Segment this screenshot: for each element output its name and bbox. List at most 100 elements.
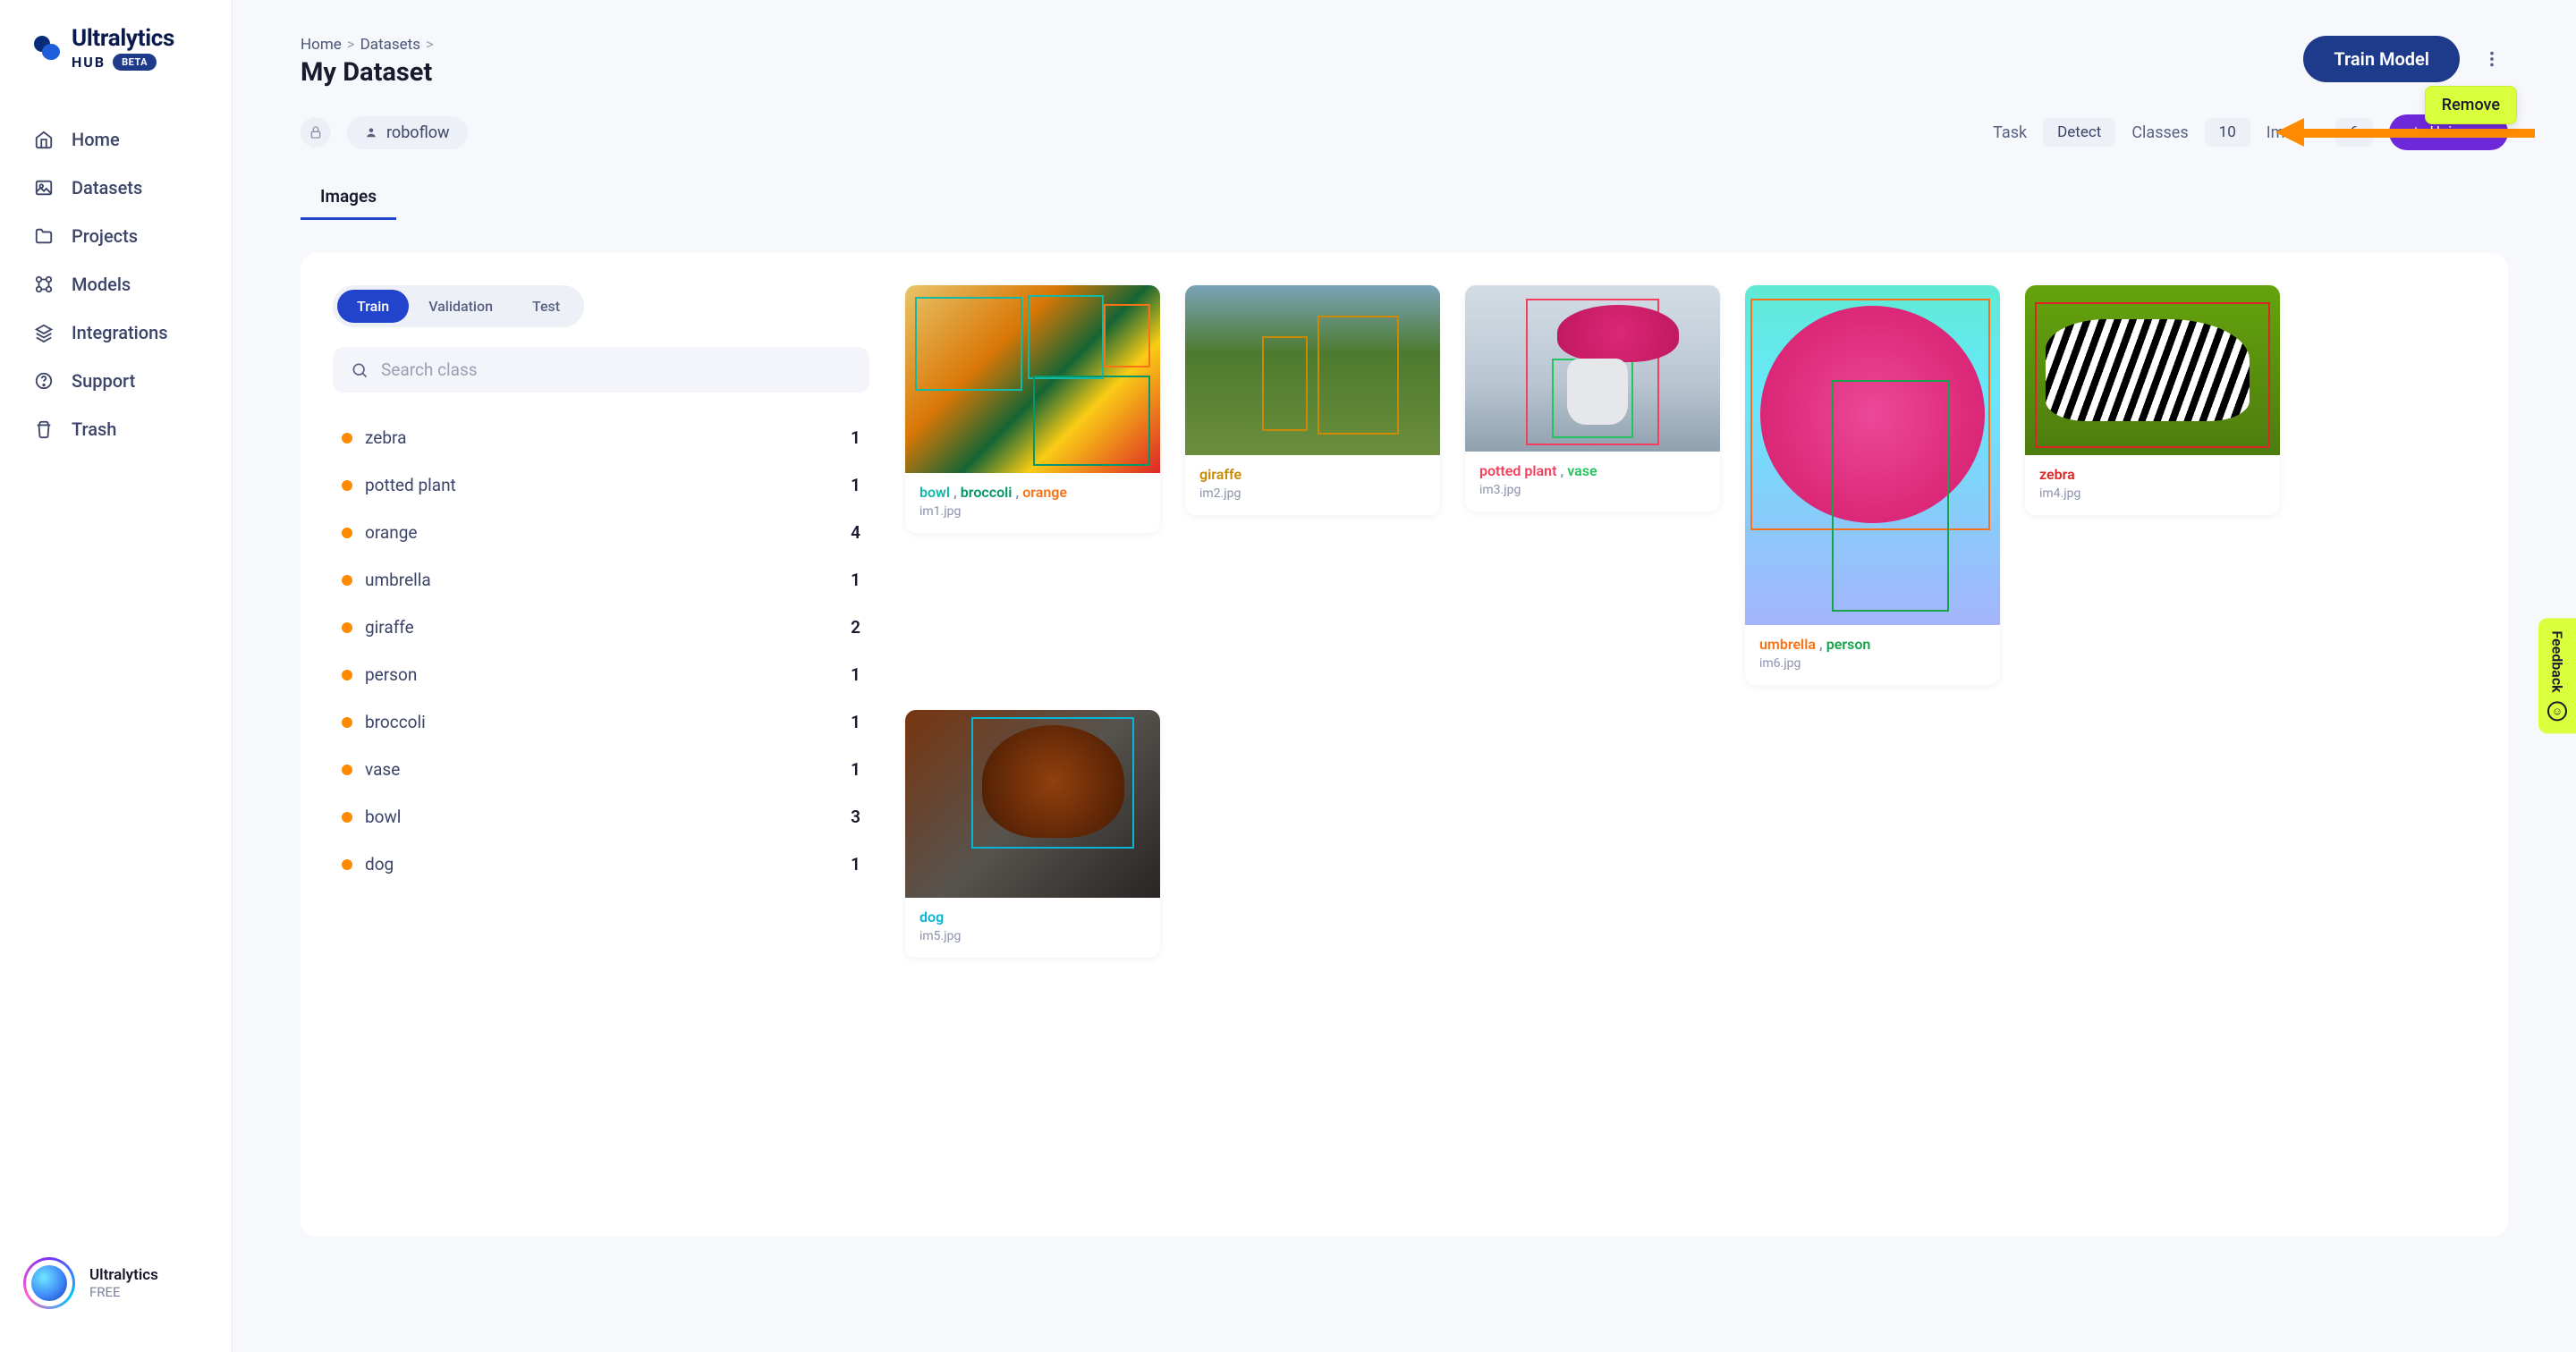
avatar xyxy=(23,1257,75,1309)
sidebar-item-integrations[interactable]: Integrations xyxy=(16,308,216,357)
class-dot xyxy=(342,575,352,586)
split-toggle: Train Validation Test xyxy=(333,285,584,327)
split-test[interactable]: Test xyxy=(513,290,580,323)
image-labels: zebra xyxy=(2039,466,2266,483)
image-filename: im4.jpg xyxy=(2039,486,2266,501)
class-name: giraffe xyxy=(365,617,851,638)
image-card[interactable]: dog im5.jpg xyxy=(905,710,1160,958)
more-menu-button[interactable] xyxy=(2476,43,2508,75)
lock-icon xyxy=(301,117,331,148)
class-row[interactable]: bowl3 xyxy=(333,793,869,841)
image-labels: bowl, broccoli, orange xyxy=(919,484,1146,501)
content-panel: Train Validation Test zebra1potted plant… xyxy=(301,253,2508,1237)
search-input[interactable] xyxy=(381,359,852,380)
class-name: bowl xyxy=(365,807,851,827)
class-dot xyxy=(342,528,352,538)
label-tag: umbrella xyxy=(1759,636,1816,653)
layers-icon xyxy=(32,321,55,344)
image-card[interactable]: potted plant, vase im3.jpg xyxy=(1465,285,1720,511)
class-count: 1 xyxy=(851,427,860,448)
home-icon xyxy=(32,128,55,151)
class-name: person xyxy=(365,664,851,685)
class-count: 4 xyxy=(851,522,860,543)
label-tag: dog xyxy=(919,908,944,925)
breadcrumb-home[interactable]: Home xyxy=(301,36,342,54)
image-icon xyxy=(32,176,55,199)
page-title: My Dataset xyxy=(301,57,434,88)
image-filename: im1.jpg xyxy=(919,504,1146,519)
class-count: 1 xyxy=(851,570,860,590)
train-model-button[interactable]: Train Model xyxy=(2303,36,2460,82)
sidebar-item-home[interactable]: Home xyxy=(16,115,216,164)
image-card[interactable]: bowl, broccoli, orange im1.jpg xyxy=(905,285,1160,533)
class-count: 1 xyxy=(851,475,860,495)
sidebar-item-projects[interactable]: Projects xyxy=(16,212,216,260)
nav-list: Home Datasets Projects Models Integratio… xyxy=(0,97,232,471)
image-card[interactable]: zebra im4.jpg xyxy=(2025,285,2280,515)
breadcrumb: Home > Datasets > xyxy=(301,36,434,54)
sidebar-item-support[interactable]: Support xyxy=(16,357,216,405)
class-dot xyxy=(342,622,352,633)
label-tag: giraffe xyxy=(1199,466,1241,483)
split-train[interactable]: Train xyxy=(337,290,409,323)
class-row[interactable]: broccoli1 xyxy=(333,698,869,746)
image-card[interactable]: umbrella, person im6.jpg xyxy=(1745,285,2000,685)
class-dot xyxy=(342,670,352,680)
sidebar: Ultralytics HUB BETA Home Datasets Proje… xyxy=(0,0,233,1352)
nav-label: Integrations xyxy=(72,322,168,343)
image-grid: bowl, broccoli, orange im1.jpg giraffe i… xyxy=(905,285,2476,1204)
image-filename: im5.jpg xyxy=(919,929,1146,943)
label-tag: potted plant xyxy=(1479,462,1556,479)
class-dot xyxy=(342,812,352,823)
annotation-arrow xyxy=(2275,122,2544,143)
nav-label: Home xyxy=(72,129,120,150)
tab-images[interactable]: Images xyxy=(301,175,396,220)
class-row[interactable]: giraffe2 xyxy=(333,604,869,651)
class-name: vase xyxy=(365,759,851,780)
class-row[interactable]: umbrella1 xyxy=(333,556,869,604)
class-row[interactable]: vase1 xyxy=(333,746,869,793)
smile-icon: ☺ xyxy=(2547,702,2567,722)
image-filename: im3.jpg xyxy=(1479,483,1706,497)
class-row[interactable]: orange4 xyxy=(333,509,869,556)
class-count: 1 xyxy=(851,854,860,875)
sidebar-item-models[interactable]: Models xyxy=(16,260,216,308)
label-tag: vase xyxy=(1567,462,1597,479)
label-tag: person xyxy=(1826,636,1871,653)
search-input-wrap[interactable] xyxy=(333,347,869,393)
nav-label: Support xyxy=(72,370,135,392)
help-icon xyxy=(32,369,55,393)
sidebar-item-datasets[interactable]: Datasets xyxy=(16,164,216,212)
class-dot xyxy=(342,480,352,491)
class-name: umbrella xyxy=(365,570,851,590)
class-row[interactable]: zebra1 xyxy=(333,414,869,461)
image-filename: im2.jpg xyxy=(1199,486,1426,501)
class-count: 1 xyxy=(851,712,860,732)
sidebar-item-trash[interactable]: Trash xyxy=(16,405,216,453)
class-row[interactable]: person1 xyxy=(333,651,869,698)
label-tag: zebra xyxy=(2039,466,2075,483)
feedback-label: Feedback xyxy=(2549,630,2566,692)
breadcrumb-datasets[interactable]: Datasets xyxy=(360,36,420,54)
trash-icon xyxy=(32,418,55,441)
owner-pill[interactable]: roboflow xyxy=(347,116,468,149)
logo[interactable]: Ultralytics HUB BETA xyxy=(0,25,232,97)
class-count: 2 xyxy=(851,617,860,638)
feedback-tab[interactable]: Feedback ☺ xyxy=(2538,618,2576,733)
class-dot xyxy=(342,859,352,870)
main-content: Home > Datasets > My Dataset Train Model… xyxy=(233,0,2576,1352)
profile[interactable]: Ultralytics FREE xyxy=(0,1239,232,1327)
image-card[interactable]: giraffe im2.jpg xyxy=(1185,285,1440,515)
owner-name: roboflow xyxy=(386,123,450,142)
folder-icon xyxy=(32,224,55,248)
brand-hub: HUB xyxy=(72,54,106,71)
brand-name: Ultralytics xyxy=(72,25,174,52)
task-label: Task xyxy=(1993,123,2027,142)
logo-icon xyxy=(32,33,63,63)
nav-label: Models xyxy=(72,274,131,295)
remove-menu-item[interactable]: Remove xyxy=(2425,86,2517,124)
split-validation[interactable]: Validation xyxy=(409,290,513,323)
class-row[interactable]: dog1 xyxy=(333,841,869,888)
class-row[interactable]: potted plant1 xyxy=(333,461,869,509)
beta-badge: BETA xyxy=(113,54,157,71)
